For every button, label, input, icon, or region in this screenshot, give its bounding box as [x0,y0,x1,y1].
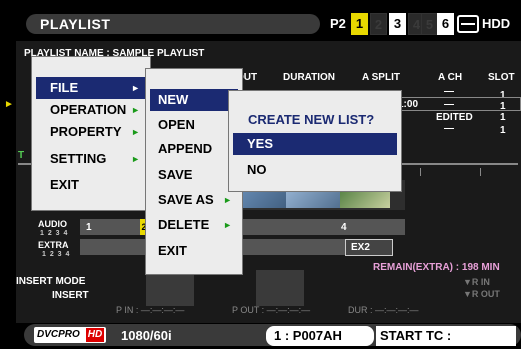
menu-item-label: SAVE AS [158,192,214,207]
dur-value: DUR : —:—:—:— [348,305,419,315]
dialog-option-label: NO [247,162,267,177]
clip-name: 1 : P007AH [274,328,342,343]
timeline-tick [480,168,481,176]
audio-mark-4: 4 [341,222,347,233]
menu-item-delete[interactable]: DELETE ► [150,214,238,236]
menu-item-setting[interactable]: SETTING ► [36,148,146,170]
confirm-dialog: YES NO [228,90,402,192]
menu-item-label: SETTING [50,151,107,166]
row4-ach: — [444,123,454,134]
col-duration: DURATION [283,72,336,83]
p2-label: P2 [330,16,346,31]
slot-5: 5 [421,13,438,35]
menu-item-label: APPEND [158,141,213,156]
submenu-arrow-icon: ► [223,195,232,205]
insert-mode-label: INSERT MODE [16,276,86,287]
row-marker: ► [4,99,14,110]
menu-item-label: DELETE [158,217,210,232]
row3-slot: 1 [500,112,506,123]
menu-item-label: PROPERTY [50,124,122,139]
ex2-clip[interactable]: EX2 [345,239,393,256]
menu-item-append[interactable]: APPEND [150,138,238,160]
pin-frame [146,270,194,306]
col-slot: SLOT [488,72,515,83]
menu-item-label: OPEN [158,117,195,132]
menu-item-save-as[interactable]: SAVE AS ► [150,189,238,211]
pout-frame [256,270,304,306]
slot-3: 3 [389,13,406,35]
remain-indicator: REMAIN(EXTRA) : 198 MIN [373,262,500,273]
slot-6: 6 [437,13,454,35]
audio-channels: 1 2 3 4 [40,230,69,237]
pin-value: P IN : —:—:—:— [116,305,185,315]
row4-slot: 1 [500,125,506,136]
menu-item-save[interactable]: SAVE [150,164,238,186]
col-ach: A CH [438,72,463,83]
menu-item-exit[interactable]: EXIT [36,174,146,196]
submenu-arrow-icon: ► [223,220,232,230]
main-menu: FILE ► OPERATION ► PROPERTY ► SETTING ► … [31,56,151,211]
audio-label: AUDIO [38,219,67,229]
menu-item-operation[interactable]: OPERATION ► [36,99,146,121]
rin-label: ▼R IN [463,277,490,287]
menu-item-label: EXIT [50,177,79,192]
menu-item-new[interactable]: NEW [150,89,238,111]
menu-item-label: NEW [158,92,189,107]
submenu-arrow-icon: ► [131,127,140,137]
t-marker: T [18,150,25,161]
menu-item-exit[interactable]: EXIT [150,240,238,262]
slot-2: 2 [370,13,387,35]
menu-item-file[interactable]: FILE ► [36,77,146,99]
menu-item-label: SAVE [158,167,193,182]
insert-mode-value: INSERT [52,290,89,301]
page-title: PLAYLIST [40,16,111,32]
submenu-arrow-icon: ► [131,105,140,115]
submenu-arrow-icon: ► [131,154,140,164]
dialog-option-yes[interactable]: YES [233,133,397,155]
menu-item-label: FILE [50,80,79,95]
menu-item-label: EXIT [158,243,187,258]
hdd-icon [457,15,479,33]
row3-ach: EDITED [436,112,473,123]
dialog-option-label: YES [247,136,274,151]
extra-label: EXTRA [38,240,69,250]
audio-mark-1: 1 [86,222,92,233]
col-asplit: A SPLIT [362,72,400,83]
menu-item-property[interactable]: PROPERTY ► [36,121,146,143]
extra-channels: 1 2 3 4 [42,251,71,258]
dialog-question: CREATE NEW LIST? [248,112,375,127]
row1-ach: — [444,86,454,97]
submenu-arrow-icon: ► [131,83,140,93]
codec-label: DVCPRO [37,329,80,340]
start-timecode: START TC : 00:00:00.00 [380,328,452,349]
rout-label: ▼R OUT [463,289,500,299]
format-label: 1080/60i [121,328,172,343]
menu-item-open[interactable]: OPEN [150,114,238,136]
timeline-tick [420,168,421,176]
menu-item-label: OPERATION [50,102,127,117]
pout-value: P OUT : —:—:—:— [232,305,311,315]
slot-1: 1 [351,13,368,35]
hdd-label: HDD [482,16,511,31]
selected-row-outline [395,97,521,111]
codec-hd-badge: HD [86,328,104,342]
dialog-option-no[interactable]: NO [233,159,397,181]
